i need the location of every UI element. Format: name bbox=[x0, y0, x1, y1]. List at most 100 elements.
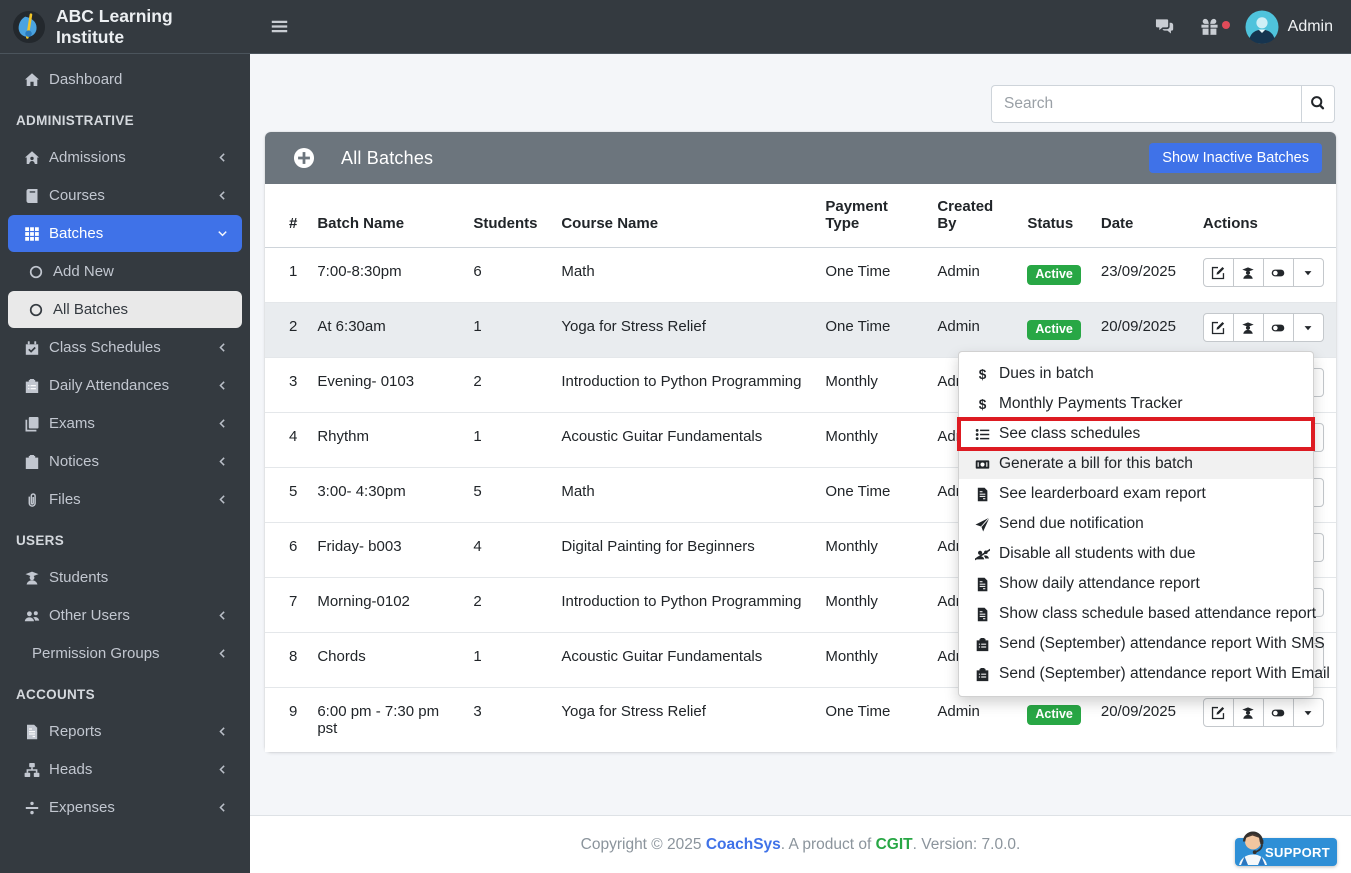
cell-number: 7 bbox=[289, 593, 298, 610]
dropdown-item-see-class-schedules[interactable]: See class schedules bbox=[957, 417, 1315, 451]
cell-batch-name: Rhythm bbox=[317, 428, 370, 445]
divide-icon bbox=[24, 800, 49, 816]
sidebar-section-header-accounts: ACCOUNTS bbox=[16, 687, 95, 702]
column-header-course-name: Course Name bbox=[551, 184, 816, 248]
sidebar-item-students[interactable]: Students bbox=[8, 559, 242, 596]
batch-students-button[interactable] bbox=[1232, 258, 1264, 287]
add-batch-icon[interactable] bbox=[293, 147, 315, 169]
sidebar-item-reports[interactable]: Reports bbox=[8, 713, 242, 750]
status-badge: Active bbox=[1027, 320, 1081, 340]
sidebar-item-label: All Batches bbox=[53, 301, 129, 318]
search-input[interactable] bbox=[991, 85, 1301, 123]
row-actions bbox=[1202, 698, 1324, 727]
dropdown-item-show-class-schedule-based-attendance-report[interactable]: Show class schedule based attendance rep… bbox=[959, 599, 1317, 629]
dropdown-item-send-due-notification[interactable]: Send due notification bbox=[959, 509, 1313, 539]
cell-course-name: Introduction to Python Programming bbox=[561, 373, 802, 390]
edit-batch-button[interactable] bbox=[1202, 258, 1234, 287]
sidebar-item-batches[interactable]: Batches bbox=[8, 215, 242, 252]
cell-payment-type: One Time bbox=[825, 703, 891, 720]
sidebar-nav: Dashboard ADMINISTRATIVE Admissions Courses… bbox=[0, 54, 250, 827]
cell-number: 8 bbox=[289, 648, 298, 665]
dropdown-item-label: Send (September) attendance report With … bbox=[999, 635, 1325, 652]
menu-toggle-icon[interactable] bbox=[270, 17, 289, 36]
sidebar-item-daily-attendances[interactable]: Daily Attendances bbox=[8, 367, 242, 404]
sidebar-item-exams[interactable]: Exams bbox=[8, 405, 242, 442]
support-agent-icon bbox=[1231, 825, 1275, 865]
dropdown-item-label: Disable all students with due bbox=[999, 545, 1196, 562]
chevron-left-icon bbox=[217, 802, 228, 813]
sidebar-item-heads[interactable]: Heads bbox=[8, 751, 242, 788]
sidebar-item-class-schedules[interactable]: Class Schedules bbox=[8, 329, 242, 366]
support-widget[interactable]: SUPPORT bbox=[1235, 831, 1337, 866]
cell-date: 23/09/2025 bbox=[1100, 263, 1176, 280]
brand[interactable]: ABC Learning Institute bbox=[0, 0, 250, 54]
edit-batch-button[interactable] bbox=[1202, 313, 1234, 342]
coachsys-link[interactable]: CoachSys bbox=[706, 836, 781, 853]
batch-actions-dropdown: $ Dues in batch $ Monthly Payments Tracker S… bbox=[957, 351, 1330, 697]
sidebar-item-other-users[interactable]: Other Users bbox=[8, 597, 242, 634]
cell-students: 4 bbox=[473, 538, 482, 555]
dropdown-item-label: See class schedules bbox=[999, 425, 1141, 442]
list-icon bbox=[974, 427, 991, 442]
batch-students-button[interactable] bbox=[1232, 698, 1264, 727]
cell-payment-type: One Time bbox=[825, 483, 891, 500]
chevron-left-icon bbox=[217, 380, 228, 391]
sidebar-item-courses[interactable]: Courses bbox=[8, 177, 242, 214]
column-header-actions: Actions bbox=[1192, 184, 1336, 248]
column-header-created-by: Created By bbox=[927, 184, 1018, 248]
table-header-row: # Batch Name Students Course Name Payment Ty… bbox=[265, 184, 1336, 248]
dropdown-item-monthly-payments-tracker[interactable]: $ Monthly Payments Tracker bbox=[959, 389, 1313, 419]
dropdown-item-send-september-attendance-report-with-sms[interactable]: Send (September) attendance report With … bbox=[959, 629, 1325, 659]
cell-students: 5 bbox=[473, 483, 482, 500]
dropdown-item-generate-a-bill-for-this-batch[interactable]: Generate a bill for this batch bbox=[959, 449, 1313, 479]
cell-created-by: Admin bbox=[937, 263, 980, 280]
cell-students: 2 bbox=[473, 373, 482, 390]
sidebar-item-files[interactable]: Files bbox=[8, 481, 242, 518]
dropdown-item-dues-in-batch[interactable]: $ Dues in batch bbox=[959, 359, 1313, 389]
edit-batch-button[interactable] bbox=[1202, 698, 1234, 727]
dropdown-item-show-daily-attendance-report[interactable]: Show daily attendance report bbox=[959, 569, 1313, 599]
dropdown-item-disable-all-students-with-due[interactable]: Disable all students with due bbox=[959, 539, 1313, 569]
cell-number: 9 bbox=[289, 703, 298, 720]
sidebar-item-expenses[interactable]: Expenses bbox=[8, 789, 242, 826]
row-actions bbox=[1202, 313, 1324, 342]
show-inactive-batches-button[interactable]: Show Inactive Batches bbox=[1149, 143, 1322, 173]
book-icon bbox=[24, 188, 49, 204]
rewards-button[interactable] bbox=[1200, 17, 1230, 36]
sidebar-item-dashboard[interactable]: Dashboard bbox=[8, 61, 242, 98]
dropdown-item-label: Show class schedule based attendance rep… bbox=[999, 605, 1317, 622]
more-actions-dropdown-button[interactable] bbox=[1292, 698, 1324, 727]
dropdown-item-see-learderboard-exam-report[interactable]: See learderboard exam report bbox=[959, 479, 1313, 509]
more-actions-dropdown-button[interactable] bbox=[1292, 258, 1324, 287]
sidebar-item-notices[interactable]: Notices bbox=[8, 443, 242, 480]
batch-students-button[interactable] bbox=[1232, 313, 1264, 342]
dollar-icon: $ bbox=[974, 397, 991, 412]
cell-number: 4 bbox=[289, 428, 298, 445]
search-button[interactable] bbox=[1301, 85, 1335, 123]
more-actions-dropdown-button[interactable] bbox=[1292, 313, 1324, 342]
svg-text:$: $ bbox=[979, 397, 987, 412]
dropdown-item-label: Send (September) attendance report With … bbox=[999, 665, 1330, 682]
sidebar-item-all-batches[interactable]: All Batches bbox=[8, 291, 242, 328]
sidebar-item-label: Class Schedules bbox=[49, 339, 161, 356]
user-graduate-icon bbox=[24, 570, 49, 586]
cgit-link[interactable]: CGIT bbox=[876, 836, 913, 853]
cell-date: 20/09/2025 bbox=[1100, 318, 1176, 335]
cell-created-by: Admin bbox=[937, 318, 980, 335]
user-menu[interactable]: Admin bbox=[1245, 10, 1333, 44]
sidebar-item-admissions[interactable]: Admissions bbox=[8, 139, 242, 176]
sidebar-item-permission-groups[interactable]: Permission Groups bbox=[8, 635, 242, 672]
toggle-batch-status-button[interactable] bbox=[1262, 258, 1294, 287]
sidebar-item-add-new[interactable]: Add New bbox=[8, 253, 242, 290]
dropdown-item-send-september-attendance-report-with-email[interactable]: Send (September) attendance report With … bbox=[959, 659, 1330, 689]
sidebar-item-label: Students bbox=[49, 569, 109, 586]
clipboard-list-icon bbox=[974, 667, 991, 682]
toggle-batch-status-button[interactable] bbox=[1262, 698, 1294, 727]
chevron-left-icon bbox=[217, 152, 228, 163]
cell-status: Active bbox=[1017, 248, 1091, 303]
cell-actions bbox=[1193, 248, 1336, 303]
cell-students: 1 bbox=[473, 648, 482, 665]
toggle-batch-status-button[interactable] bbox=[1262, 313, 1294, 342]
cell-students: 1 bbox=[473, 428, 482, 445]
messages-icon[interactable] bbox=[1155, 17, 1174, 36]
